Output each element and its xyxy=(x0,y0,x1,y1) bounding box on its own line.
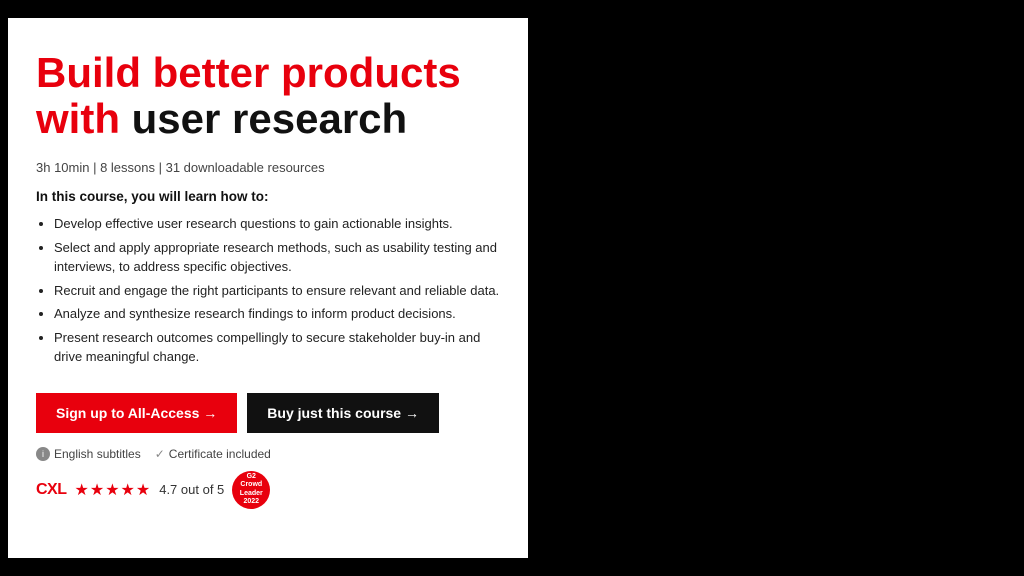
course-card: Build better products with user research… xyxy=(8,18,528,558)
list-item: Recruit and engage the right participant… xyxy=(54,281,500,301)
cta-row: Sign up to All-Access → Buy just this co… xyxy=(36,393,500,433)
meta-row: i English subtitles ✓ Certificate includ… xyxy=(36,447,500,461)
title-black-text: user research xyxy=(132,95,408,142)
signup-allaccess-button[interactable]: Sign up to All-Access → xyxy=(36,393,237,433)
buy-course-button[interactable]: Buy just this course → xyxy=(247,393,439,433)
title-block: Build better products with user research xyxy=(36,50,500,142)
list-item: Present research outcomes compellingly t… xyxy=(54,328,500,367)
list-item: Select and apply appropriate research me… xyxy=(54,238,500,277)
course-meta: 3h 10min | 8 lessons | 31 downloadable r… xyxy=(36,160,500,175)
bullet-list: Develop effective user research question… xyxy=(36,214,500,371)
subtitles-label: English subtitles xyxy=(54,447,141,461)
certificate-item: ✓ Certificate included xyxy=(155,447,271,461)
award-badge: G2CrowdLeader2022 xyxy=(232,471,270,509)
list-item: Analyze and synthesize research findings… xyxy=(54,304,500,324)
award-text: G2CrowdLeader2022 xyxy=(240,473,263,507)
course-intro: In this course, you will learn how to: xyxy=(36,189,500,204)
rating-row: CXL ★★★★★ 4.7 out of 5 G2CrowdLeader2022 xyxy=(36,471,500,509)
check-icon: ✓ xyxy=(155,447,165,461)
subtitles-icon: i xyxy=(36,447,50,461)
subtitles-item: i English subtitles xyxy=(36,447,141,461)
list-item: Develop effective user research question… xyxy=(54,214,500,234)
certificate-label: Certificate included xyxy=(169,447,271,461)
rating-text: 4.7 out of 5 xyxy=(159,482,224,497)
cxl-badge: CXL xyxy=(36,481,67,499)
stars-display: ★★★★★ xyxy=(75,480,152,500)
